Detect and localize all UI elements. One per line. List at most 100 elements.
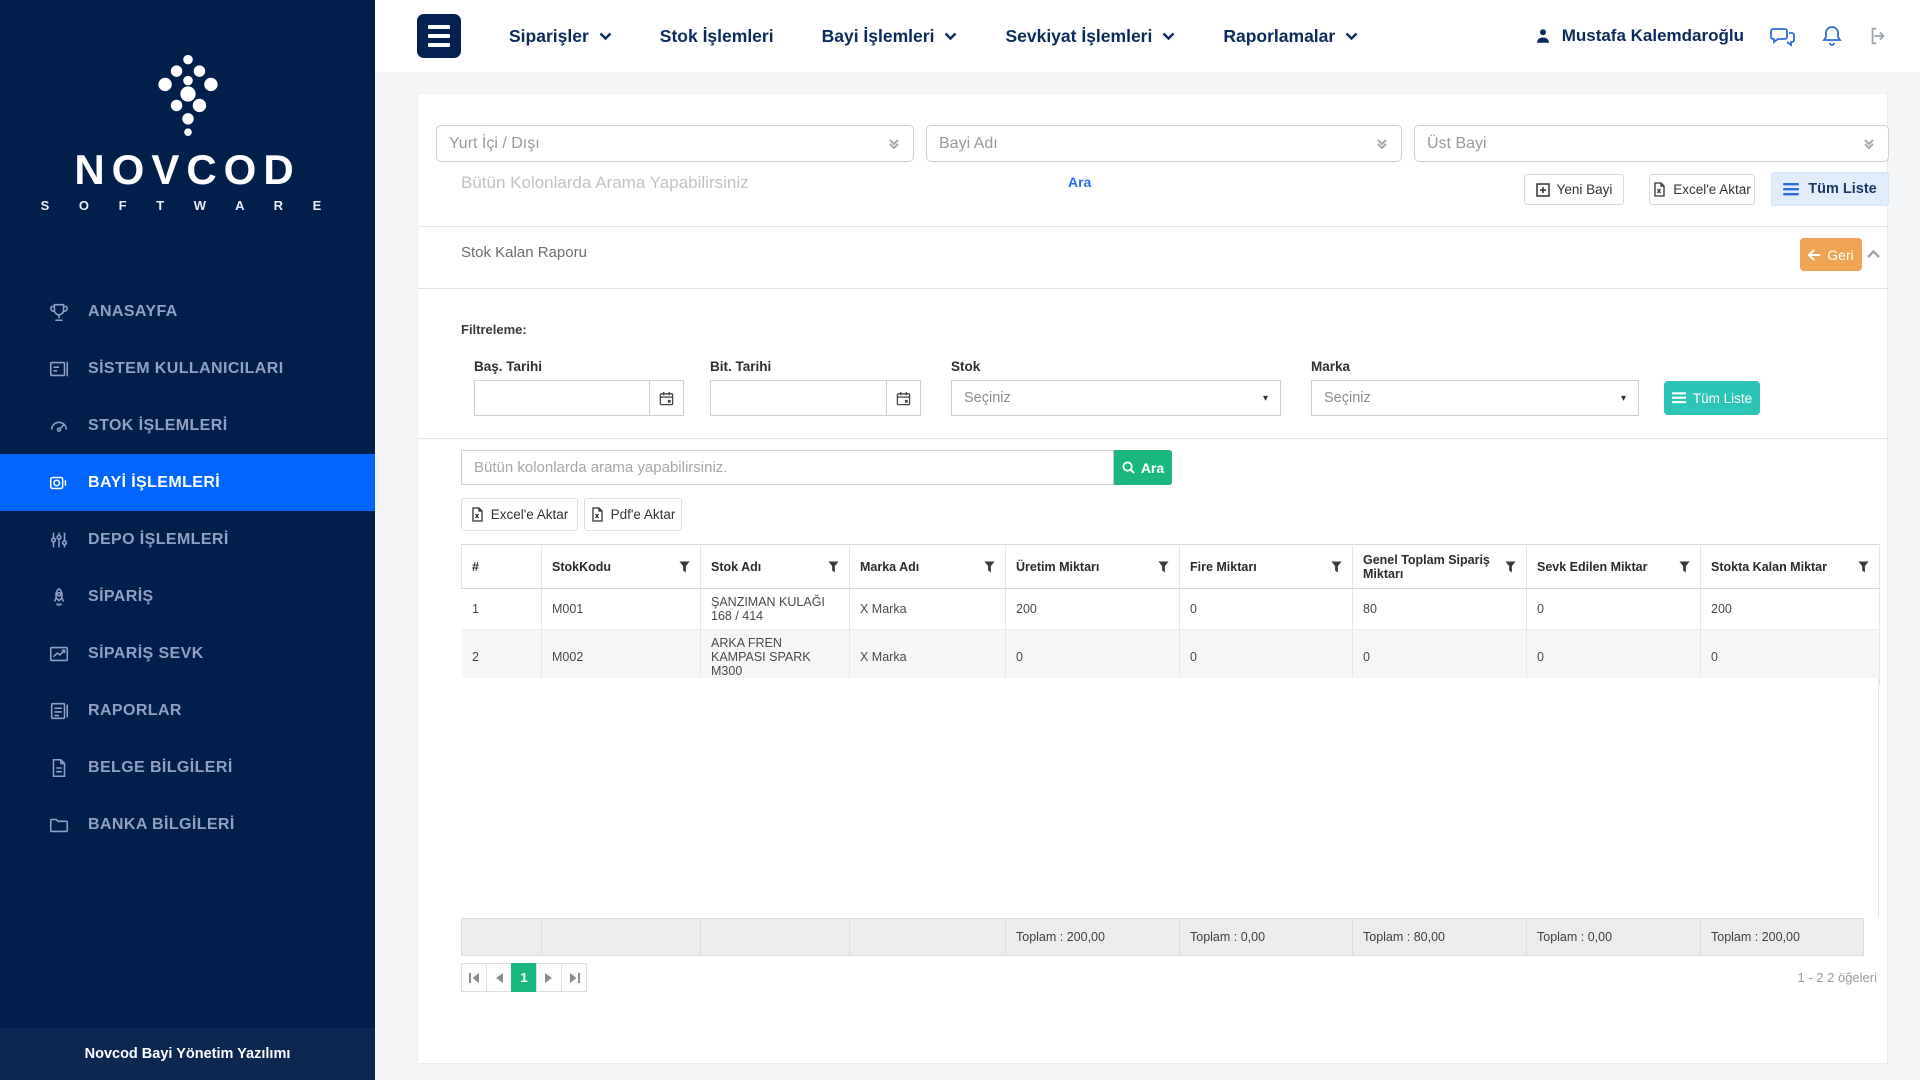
- table-header-row: # StokKodu Stok Adı Marka Adı Üretim Mik…: [462, 545, 1880, 589]
- filter-icon[interactable]: [1158, 561, 1169, 573]
- next-page-button[interactable]: [536, 963, 562, 992]
- stok-label: Stok: [951, 359, 980, 374]
- sidebar-item-label: SİPARİŞ: [88, 588, 154, 606]
- nav-sevkiyat-islemleri[interactable]: Sevkiyat İşlemleri: [1005, 26, 1175, 47]
- user-menu[interactable]: Mustafa Kalemdaroğlu: [1534, 26, 1744, 46]
- tum-liste-toggle-button[interactable]: Tüm Liste: [1771, 172, 1889, 206]
- yurt-ici-disi-select[interactable]: Yurt İçi / Dışı: [436, 125, 914, 162]
- last-page-button[interactable]: [561, 963, 587, 992]
- sidebar-item-stok-islemleri[interactable]: STOK İŞLEMLERİ: [0, 397, 375, 454]
- column-header-index[interactable]: #: [462, 545, 542, 589]
- chevron-down-icon: [944, 32, 957, 41]
- brand-name: NOVCOD: [0, 146, 375, 194]
- table-row[interactable]: 2 M002 ARKA FREN KAMPASI SPARK M300 X Ma…: [462, 630, 1880, 685]
- topbar-right-group: Mustafa Kalemdaroğlu: [1534, 25, 1890, 47]
- sidebar-item-bayi-islemleri[interactable]: BAYİ İŞLEMLERİ: [0, 454, 375, 511]
- column-header-uretim-miktari[interactable]: Üretim Miktarı: [1006, 545, 1180, 589]
- sidebar-item-label: SİPARİŞ SEVK: [88, 645, 204, 663]
- first-page-button[interactable]: [461, 963, 487, 992]
- filter-icon[interactable]: [1505, 561, 1516, 573]
- select-placeholder: Yurt İçi / Dışı: [449, 135, 540, 153]
- stok-select[interactable]: Seçiniz ▾: [951, 380, 1281, 416]
- calendar-picker-button[interactable]: [886, 381, 920, 415]
- filter-icon[interactable]: [1679, 561, 1690, 573]
- hamburger-menu-button[interactable]: [417, 14, 461, 58]
- column-header-sevk-edilen[interactable]: Sevk Edilen Miktar: [1527, 545, 1701, 589]
- table-totals-row: Toplam : 200,00 Toplam : 0,00 Toplam : 8…: [461, 918, 1864, 956]
- bas-tarihi-input[interactable]: [474, 380, 684, 416]
- trophy-icon: [48, 301, 70, 323]
- ust-bayi-select[interactable]: Üst Bayi: [1414, 125, 1889, 162]
- column-header-marka-adi[interactable]: Marka Adı: [850, 545, 1006, 589]
- column-header-stok-adi[interactable]: Stok Adı: [701, 545, 850, 589]
- calendar-picker-button[interactable]: [649, 381, 683, 415]
- caret-down-icon: ▾: [1263, 393, 1268, 404]
- pdf-file-icon: [591, 507, 604, 522]
- user-name: Mustafa Kalemdaroğlu: [1562, 26, 1744, 46]
- sidebar-item-raporlar[interactable]: RAPORLAR: [0, 682, 375, 739]
- chevron-down-icon: [1345, 32, 1358, 41]
- list-icon: [1783, 183, 1799, 196]
- sidebar-item-sistem-kullanicilari[interactable]: SİSTEM KULLANICILARI: [0, 340, 375, 397]
- cell-marka-adi: X Marka: [850, 589, 1006, 630]
- excel-export-button[interactable]: Excel'e Aktar: [461, 498, 578, 531]
- cell-fire: 0: [1180, 630, 1353, 685]
- sidebar-item-anasayfa[interactable]: ANASAYFA: [0, 283, 375, 340]
- column-header-stokta-kalan[interactable]: Stokta Kalan Miktar: [1701, 545, 1880, 589]
- filter-icon[interactable]: [1331, 561, 1342, 573]
- excel-aktar-button[interactable]: Excel'e Aktar: [1649, 174, 1755, 205]
- filter-icon[interactable]: [984, 561, 995, 573]
- column-header-fire-miktari[interactable]: Fire Miktarı: [1180, 545, 1353, 589]
- logout-button[interactable]: [1868, 25, 1890, 47]
- yeni-bayi-button[interactable]: Yeni Bayi: [1524, 174, 1624, 205]
- filter-icon[interactable]: [828, 561, 839, 573]
- folder-icon: [48, 814, 70, 836]
- ara-link[interactable]: Ara: [1068, 174, 1091, 190]
- messages-button[interactable]: [1770, 25, 1796, 47]
- collapse-panel-button[interactable]: [1866, 246, 1881, 264]
- global-search-input[interactable]: [461, 168, 1021, 198]
- tum-liste-filter-button[interactable]: Tüm Liste: [1664, 381, 1760, 415]
- grid-search-input[interactable]: [461, 450, 1114, 485]
- table-row[interactable]: 1 M001 ŞANZIMAN KULAĞI 168 / 414 X Marka…: [462, 589, 1880, 630]
- chat-icon: [1770, 25, 1796, 47]
- pdf-export-button[interactable]: Pdf'e Aktar: [584, 498, 682, 531]
- prev-page-button[interactable]: [486, 963, 512, 992]
- bit-tarihi-input[interactable]: [710, 380, 921, 416]
- geri-button[interactable]: Geri: [1800, 238, 1862, 271]
- ara-button[interactable]: Ara: [1114, 450, 1172, 485]
- marka-select[interactable]: Seçiniz ▾: [1311, 380, 1639, 416]
- bit-tarihi-label: Bit. Tarihi: [710, 359, 771, 374]
- column-header-stokkodu[interactable]: StokKodu: [542, 545, 701, 589]
- page-number-button[interactable]: 1: [511, 963, 537, 992]
- cell-index: 2: [462, 630, 542, 685]
- nav-bayi-islemleri[interactable]: Bayi İşlemleri: [822, 26, 958, 47]
- nav-label: Siparişler: [509, 26, 589, 47]
- sidebar-footer-text: Novcod Bayi Yönetim Yazılımı: [0, 1028, 375, 1080]
- divider: [418, 288, 1889, 289]
- cell-sevk: 0: [1527, 589, 1701, 630]
- nav-siparisler[interactable]: Siparişler: [509, 26, 612, 47]
- filter-icon[interactable]: [679, 561, 690, 573]
- nav-raporlamalar[interactable]: Raporlamalar: [1223, 26, 1358, 47]
- cell-marka-adi: X Marka: [850, 630, 1006, 685]
- sidebar-item-banka-bilgileri[interactable]: BANKA BİLGİLERİ: [0, 796, 375, 853]
- sidebar-item-label: ANASAYFA: [88, 303, 178, 321]
- bayi-adi-select[interactable]: Bayi Adı: [926, 125, 1402, 162]
- search-icon: [1122, 461, 1135, 474]
- column-header-genel-toplam[interactable]: Genel Toplam Sipariş Miktarı: [1353, 545, 1527, 589]
- prev-page-icon: [495, 973, 503, 983]
- sidebar-item-label: SİSTEM KULLANICILARI: [88, 360, 284, 378]
- select-placeholder: Bayi Adı: [939, 135, 998, 153]
- caret-down-icon: ▾: [1621, 393, 1626, 404]
- filter-icon[interactable]: [1858, 561, 1869, 573]
- sidebar-item-siparis-sevk[interactable]: SİPARİŞ SEVK: [0, 625, 375, 682]
- sidebar-item-siparis[interactable]: SİPARİŞ: [0, 568, 375, 625]
- nav-stok-islemleri[interactable]: Stok İşlemleri: [660, 26, 774, 47]
- notifications-button[interactable]: [1822, 25, 1842, 47]
- users-report-icon: [48, 358, 70, 380]
- sidebar-item-depo-islemleri[interactable]: DEPO İŞLEMLERİ: [0, 511, 375, 568]
- sidebar-item-label: BELGE BİLGİLERİ: [88, 759, 233, 777]
- cell-stokkodu: M001: [542, 589, 701, 630]
- sidebar-item-belge-bilgileri[interactable]: BELGE BİLGİLERİ: [0, 739, 375, 796]
